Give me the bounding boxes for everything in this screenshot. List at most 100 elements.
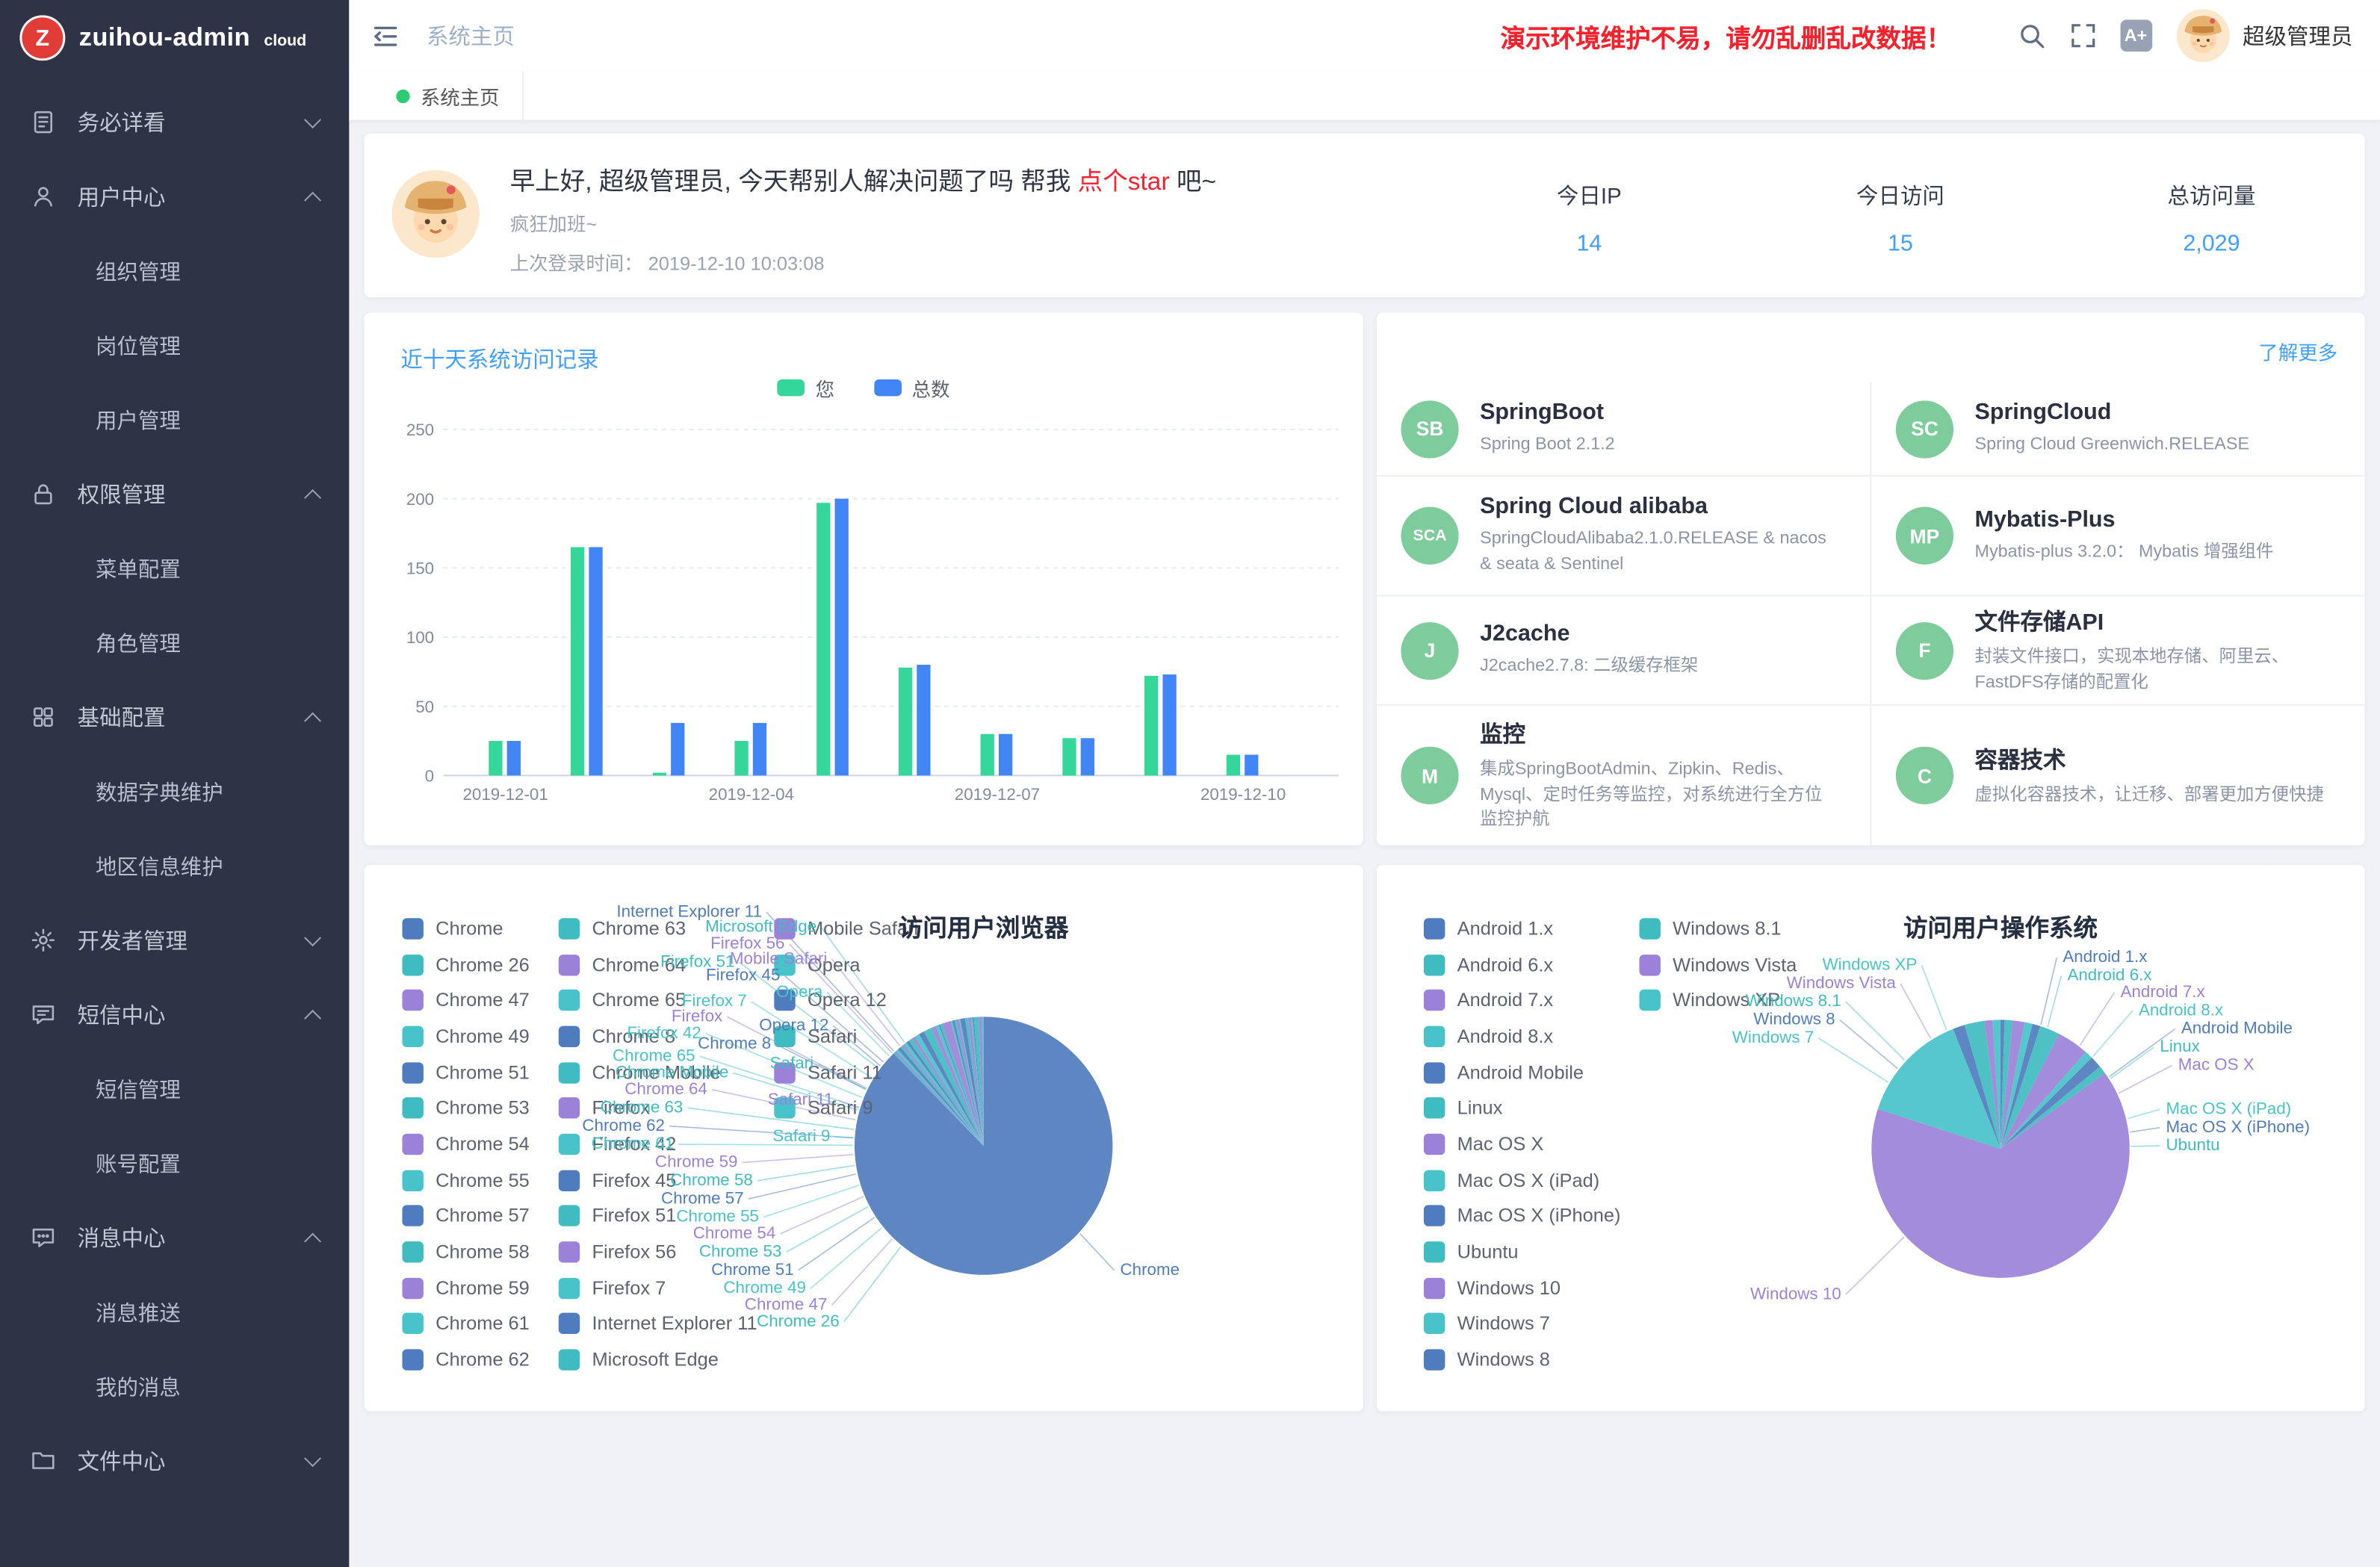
- stat-value[interactable]: 2,029: [2098, 231, 2325, 257]
- legend-item[interactable]: 总数: [874, 373, 950, 403]
- bar-total[interactable]: [671, 723, 684, 775]
- breadcrumb[interactable]: 系统主页: [427, 19, 515, 52]
- sidebar-group-item[interactable]: 务必详看: [0, 85, 349, 160]
- legend-item[interactable]: Windows 8.1: [1639, 910, 1797, 946]
- sidebar-sub-item[interactable]: 角色管理: [0, 606, 349, 680]
- username[interactable]: 超级管理员: [2243, 19, 2352, 52]
- bar-you[interactable]: [734, 741, 748, 775]
- tech-desc: Spring Cloud Greenwich.RELEASE: [1975, 432, 2256, 458]
- tab-home[interactable]: 系统主页: [374, 71, 524, 120]
- sidebar-sub-item[interactable]: 我的消息: [0, 1349, 349, 1424]
- star-link[interactable]: 点个star: [1078, 169, 1170, 196]
- legend-item[interactable]: Chrome 59: [402, 1270, 529, 1306]
- bar-total[interactable]: [753, 723, 766, 775]
- bar-you[interactable]: [489, 741, 502, 775]
- greeting-title: 早上好, 超级管理员, 今天帮别人解决问题了吗 帮我 点个star 吧~: [510, 161, 1216, 197]
- legend-item[interactable]: Mac OS X: [1424, 1126, 1621, 1162]
- legend-label: Chrome 57: [436, 1205, 530, 1226]
- sidebar-sub-item[interactable]: 组织管理: [0, 234, 349, 308]
- sidebar-group-item[interactable]: 消息中心: [0, 1200, 349, 1275]
- bar-you[interactable]: [1062, 738, 1076, 775]
- bar-you[interactable]: [981, 734, 994, 776]
- bar-total[interactable]: [999, 734, 1012, 776]
- bar-you[interactable]: [1227, 755, 1240, 776]
- bar-you[interactable]: [571, 547, 584, 776]
- avatar[interactable]: [2176, 9, 2229, 62]
- sidebar-group-item[interactable]: 短信中心: [0, 978, 349, 1052]
- legend-item[interactable]: Android 6.x: [1424, 946, 1621, 982]
- legend-item[interactable]: Windows 8: [1424, 1342, 1621, 1378]
- search-icon[interactable]: [2016, 21, 2045, 50]
- legend-item[interactable]: Mac OS X (iPad): [1424, 1162, 1621, 1198]
- bar-total[interactable]: [589, 547, 602, 776]
- legend-swatch: [1424, 990, 1445, 1011]
- legend-item[interactable]: Chrome 26: [402, 946, 529, 982]
- bar-total[interactable]: [1081, 738, 1094, 775]
- legend-item[interactable]: Microsoft Edge: [559, 1342, 757, 1378]
- sidebar-group-item[interactable]: 开发者管理: [0, 903, 349, 978]
- bar-total[interactable]: [1245, 755, 1258, 776]
- learn-more-link[interactable]: 了解更多: [2258, 337, 2337, 366]
- pie-callout-label: Opera 12: [759, 1017, 828, 1034]
- legend-item[interactable]: Chrome 54: [402, 1126, 529, 1162]
- legend-item[interactable]: Chrome 47: [402, 982, 529, 1018]
- os-pie-title: 访问用户操作系统: [1903, 907, 2098, 944]
- fullscreen-icon[interactable]: [2068, 21, 2097, 50]
- sidebar-group-item[interactable]: 用户中心: [0, 159, 349, 234]
- sidebar-sub-item[interactable]: 数据字典维护: [0, 754, 349, 829]
- bar-you[interactable]: [816, 503, 830, 775]
- bar-you[interactable]: [1144, 676, 1158, 775]
- legend-item[interactable]: Mac OS X (iPhone): [1424, 1198, 1621, 1234]
- legend-item[interactable]: Chrome 53: [402, 1090, 529, 1126]
- sidebar-sub-item[interactable]: 消息推送: [0, 1275, 349, 1350]
- legend-item[interactable]: Chrome 55: [402, 1162, 529, 1198]
- bar-total[interactable]: [1162, 674, 1176, 775]
- sidebar-group-item[interactable]: 权限管理: [0, 457, 349, 532]
- legend-item[interactable]: Android 8.x: [1424, 1019, 1621, 1055]
- legend-item[interactable]: Android Mobile: [1424, 1055, 1621, 1090]
- sidebar-fold-icon[interactable]: [371, 20, 401, 51]
- legend-swatch: [402, 1313, 423, 1334]
- legend-item[interactable]: Linux: [1424, 1090, 1621, 1126]
- bar-total[interactable]: [917, 665, 930, 775]
- tech-badge: C: [1896, 747, 1953, 804]
- legend-item[interactable]: Chrome 62: [402, 1342, 529, 1378]
- tab-bar: 系统主页: [349, 71, 2380, 121]
- legend-label: Firefox 45: [592, 1170, 676, 1191]
- sidebar-sub-item[interactable]: 地区信息维护: [0, 828, 349, 903]
- sidebar-sub-item[interactable]: 用户管理: [0, 382, 349, 457]
- stat-value[interactable]: 14: [1475, 231, 1703, 257]
- legend-item[interactable]: Chrome: [402, 910, 529, 946]
- sidebar-sub-item[interactable]: 岗位管理: [0, 308, 349, 382]
- bar-you[interactable]: [653, 773, 666, 776]
- sidebar-sub-item[interactable]: 短信管理: [0, 1052, 349, 1126]
- sidebar-sub-item[interactable]: 菜单配置: [0, 531, 349, 606]
- sidebar-group-item[interactable]: 文件中心: [0, 1424, 349, 1498]
- sidebar-sub-item[interactable]: 账号配置: [0, 1126, 349, 1201]
- legend-item[interactable]: Chrome 57: [402, 1198, 529, 1234]
- legend-item[interactable]: Chrome 61: [402, 1306, 529, 1342]
- legend-item[interactable]: 您: [778, 373, 834, 403]
- stat-today-visits: 今日访问 15: [1787, 179, 2015, 257]
- bar-you[interactable]: [899, 668, 912, 776]
- legend-item[interactable]: Ubuntu: [1424, 1234, 1621, 1270]
- tech-badge: SCA: [1401, 507, 1458, 565]
- stat-value[interactable]: 15: [1787, 231, 2015, 257]
- bar-total[interactable]: [835, 499, 849, 776]
- sidebar-group-item[interactable]: 基础配置: [0, 680, 349, 754]
- legend-item[interactable]: Chrome 49: [402, 1019, 529, 1055]
- legend-item[interactable]: Chrome 51: [402, 1055, 529, 1090]
- legend-item[interactable]: Android 7.x: [1424, 982, 1621, 1018]
- legend-item[interactable]: Android 1.x: [1424, 910, 1621, 946]
- legend-swatch: [402, 918, 423, 939]
- legend-item[interactable]: Chrome 58: [402, 1234, 529, 1270]
- legend-item[interactable]: Windows 7: [1424, 1306, 1621, 1342]
- app-logo[interactable]: Z zuihou-admin cloud: [0, 0, 349, 76]
- legend-item[interactable]: Windows 10: [1424, 1270, 1621, 1306]
- font-size-icon[interactable]: A+: [2120, 19, 2152, 52]
- pie-callout-label: Microsoft Edge: [705, 918, 816, 936]
- legend-item[interactable]: Internet Explorer 11: [559, 1306, 757, 1342]
- tech-column-left: SBSpringBootSpring Boot 2.1.2SCASpring C…: [1377, 382, 1871, 845]
- bar-total[interactable]: [507, 741, 521, 775]
- legend-item[interactable]: Windows Vista: [1639, 946, 1797, 982]
